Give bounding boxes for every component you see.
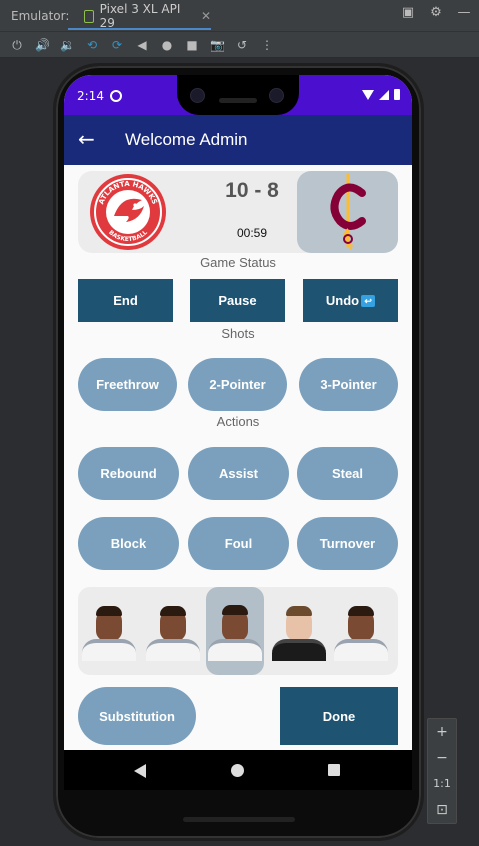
foul-label: Foul — [224, 536, 253, 551]
data-saver-icon — [110, 90, 122, 102]
zoom-actual-size[interactable]: 1:1 — [428, 771, 456, 797]
gear-icon[interactable]: ⚙ — [429, 6, 443, 20]
navigation-bar — [64, 750, 412, 790]
player-avatar[interactable] — [80, 601, 138, 661]
back-arrow-icon[interactable]: ← — [78, 129, 98, 149]
two-pointer-button[interactable]: 2-Pointer — [188, 358, 287, 411]
device-screen: 2:14 ← Welcome Admin ATLANTA HAWKS BASKE… — [64, 75, 412, 790]
substitution-label: Substitution — [99, 708, 175, 724]
scoreboard: ATLANTA HAWKS BASKETBALL 10 - 8 00:59 — [78, 171, 398, 253]
rebound-button[interactable]: Rebound — [78, 447, 179, 500]
player-avatar[interactable] — [270, 601, 328, 661]
game-clock: 00:59 — [236, 226, 268, 240]
app-bar: ← Welcome Admin — [64, 115, 412, 165]
power-icon[interactable]: ⏻ — [10, 38, 24, 52]
rebound-label: Rebound — [100, 466, 157, 481]
player-avatar-selected[interactable] — [206, 587, 264, 675]
substitution-button[interactable]: Substitution — [78, 687, 196, 745]
device-tab-title: Pixel 3 XL API 29 — [99, 2, 181, 30]
minimize-icon[interactable]: — — [457, 6, 471, 20]
undo-button-label: Undo — [325, 293, 360, 308]
player-roster — [78, 587, 398, 675]
snapshot-icon[interactable]: ↺ — [235, 38, 249, 52]
rotate-right-icon[interactable]: ⟳ — [110, 38, 124, 52]
zoom-out-icon[interactable]: − — [428, 745, 456, 771]
camera-notch — [177, 75, 299, 115]
more-icon[interactable]: ⋮ — [260, 38, 274, 52]
volume-down-icon[interactable]: 🔉 — [60, 38, 75, 52]
earpiece-speaker — [219, 98, 257, 103]
pause-button[interactable]: Pause — [190, 279, 285, 322]
game-controls: ATLANTA HAWKS BASKETBALL 10 - 8 00:59 Ga… — [64, 165, 412, 750]
fit-screen-icon[interactable]: ⊡ — [428, 797, 456, 823]
wifi-icon — [362, 89, 374, 100]
player-avatar[interactable] — [144, 601, 202, 661]
zoom-panel: + − 1:1 ⊡ — [427, 718, 457, 824]
signal-icon — [379, 89, 389, 100]
bottom-speaker — [183, 817, 295, 822]
front-camera-icon — [269, 88, 284, 103]
three-pointer-label: 3-Pointer — [320, 377, 377, 392]
front-camera-icon — [190, 88, 205, 103]
assist-label: Assist — [218, 466, 259, 481]
pause-button-label: Pause — [218, 293, 257, 308]
foul-button[interactable]: Foul — [188, 517, 289, 570]
status-time: 2:14 — [77, 89, 104, 103]
volume-up-icon[interactable]: 🔊 — [35, 38, 50, 52]
emulator-label: Emulator: — [11, 8, 70, 23]
page-title: Welcome Admin — [125, 130, 248, 149]
shots-label: Shots — [221, 326, 255, 341]
block-label: Block — [110, 536, 147, 551]
emulator-toolbar: ⏻ 🔊 🔉 ⟲ ⟳ ◀ ● ■ 📷 ↺ ⋮ — [0, 32, 479, 58]
game-status-label: Game Status — [200, 255, 276, 270]
three-pointer-button[interactable]: 3-Pointer — [299, 358, 398, 411]
device-tab[interactable]: Pixel 3 XL API 29 ✕ — [68, 2, 211, 30]
turnover-label: Turnover — [319, 536, 376, 551]
actions-label: Actions — [216, 414, 260, 429]
undo-button[interactable]: Undo ↩ — [303, 279, 398, 322]
freethrow-label: Freethrow — [96, 377, 159, 392]
end-button[interactable]: End — [78, 279, 173, 322]
undo-icon: ↩ — [361, 294, 376, 307]
home-team-logo: ATLANTA HAWKS BASKETBALL — [86, 171, 170, 253]
camera-icon[interactable]: 📷 — [210, 38, 225, 52]
back-icon[interactable]: ◀ — [135, 38, 149, 52]
score: 10 - 8 — [225, 179, 279, 202]
freethrow-button[interactable]: Freethrow — [78, 358, 177, 411]
nav-recents-icon[interactable] — [328, 764, 340, 776]
phone-icon — [84, 9, 94, 23]
turnover-button[interactable]: Turnover — [297, 517, 398, 570]
steal-label: Steal — [331, 466, 364, 481]
status-bar: 2:14 — [64, 75, 412, 115]
nav-home-icon[interactable] — [231, 764, 244, 777]
rotate-left-icon[interactable]: ⟲ — [85, 38, 99, 52]
player-avatar[interactable] — [332, 601, 390, 661]
window-mode-icon[interactable]: ▣ — [401, 6, 415, 20]
battery-icon — [394, 89, 400, 100]
two-pointer-label: 2-Pointer — [209, 377, 266, 392]
overview-icon[interactable]: ■ — [185, 38, 199, 52]
done-button[interactable]: Done — [280, 687, 398, 745]
assist-button[interactable]: Assist — [188, 447, 289, 500]
nav-back-icon[interactable] — [134, 764, 146, 778]
steal-button[interactable]: Steal — [297, 447, 398, 500]
end-button-label: End — [113, 293, 138, 308]
block-button[interactable]: Block — [78, 517, 179, 570]
done-label: Done — [322, 708, 356, 724]
close-tab-icon[interactable]: ✕ — [201, 9, 211, 23]
zoom-in-icon[interactable]: + — [428, 719, 456, 745]
away-team-logo — [297, 171, 398, 253]
home-icon[interactable]: ● — [160, 38, 174, 52]
emulator-titlebar: Emulator: Pixel 3 XL API 29 ✕ ▣ ⚙ — — [0, 0, 479, 32]
